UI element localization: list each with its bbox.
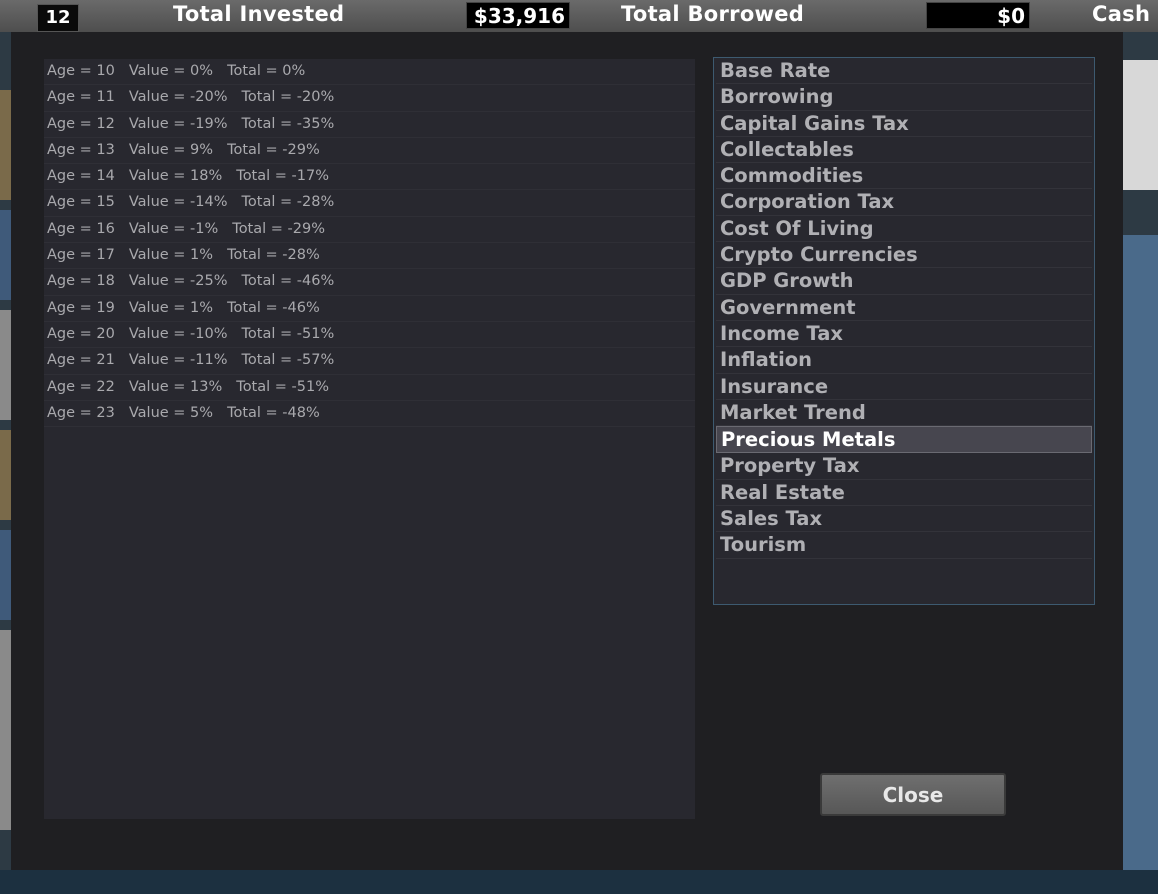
- history-total: Total = -35%: [241, 115, 335, 132]
- category-item[interactable]: Corporation Tax: [716, 189, 1092, 216]
- history-value: Value = 9%: [128, 141, 214, 158]
- history-age: Age = 23: [47, 404, 115, 421]
- history-total: Total = -46%: [227, 299, 320, 316]
- background-network: [0, 870, 1158, 894]
- category-item[interactable]: Sales Tax: [716, 506, 1092, 533]
- history-row: Age = 19 Value = 1% Total = -46%: [44, 296, 695, 322]
- history-age: Age = 16: [47, 220, 115, 237]
- history-row: Age = 20 Value = -10% Total = -51%: [44, 322, 695, 349]
- history-row: Age = 23 Value = 5% Total = -48%: [44, 401, 695, 428]
- history-value: Value = -11%: [128, 352, 228, 369]
- history-list[interactable]: Age = 10 Value = 0% Total = 0% Age = 11 Valu…: [44, 59, 695, 819]
- history-total: Total = -29%: [232, 220, 325, 237]
- history-total: Total = -51%: [241, 325, 335, 342]
- total-borrowed-label: Total Borrowed: [621, 2, 805, 26]
- cash-label: Cash: [1092, 2, 1151, 26]
- history-value: Value = 1%: [128, 247, 214, 264]
- history-age: Age = 13: [47, 141, 115, 158]
- category-item[interactable]: Capital Gains Tax: [716, 111, 1092, 137]
- history-age: Age = 19: [47, 299, 115, 316]
- history-age: Age = 11: [47, 89, 115, 106]
- history-row: Age = 22 Value = 13% Total = -51%: [44, 375, 695, 401]
- history-age: Age = 12: [47, 115, 115, 132]
- history-total: Total = -51%: [236, 378, 329, 395]
- history-age: Age = 21: [47, 352, 115, 369]
- history-total: Total = -46%: [241, 273, 335, 290]
- category-item[interactable]: Property Tax: [716, 453, 1092, 480]
- history-row: Age = 15 Value = -14% Total = -28%: [44, 190, 695, 217]
- total-invested-label: Total Invested: [173, 2, 345, 26]
- history-row: Age = 21 Value = -11% Total = -57%: [44, 348, 695, 375]
- history-age: Age = 18: [47, 273, 115, 290]
- history-total: Total = -28%: [241, 194, 335, 211]
- history-value: Value = -1%: [128, 220, 219, 237]
- category-item[interactable]: Government: [716, 295, 1092, 321]
- history-value: Value = -14%: [128, 194, 228, 211]
- close-button[interactable]: Close: [820, 773, 1006, 816]
- history-row: Age = 14 Value = 18% Total = -17%: [44, 164, 695, 191]
- history-value: Value = 0%: [128, 63, 214, 79]
- category-item[interactable]: Commodities: [716, 163, 1092, 190]
- history-age: Age = 14: [47, 168, 115, 185]
- category-item[interactable]: Borrowing: [716, 84, 1092, 111]
- history-age: Age = 10: [47, 63, 115, 79]
- top-status-bar: 12 Total Invested $33,916 Total Borrowed…: [0, 0, 1158, 32]
- background-tile: [1122, 60, 1158, 190]
- total-borrowed-value: $0: [926, 2, 1030, 29]
- history-row: Age = 11 Value = -20% Total = -20%: [44, 85, 695, 112]
- history-row: Age = 13 Value = 9% Total = -29%: [44, 138, 695, 165]
- category-item[interactable]: Base Rate: [716, 58, 1092, 85]
- history-row: Age = 10 Value = 0% Total = 0%: [44, 59, 695, 86]
- category-list[interactable]: Base Rate Borrowing Capital Gains Tax Colle…: [713, 57, 1095, 605]
- history-age: Age = 17: [47, 247, 115, 264]
- history-total: Total = -20%: [241, 89, 335, 106]
- history-row: Age = 16 Value = -1% Total = -29%: [44, 217, 695, 244]
- age-badge: 12: [37, 4, 79, 32]
- history-age: Age = 22: [47, 378, 115, 395]
- history-row: Age = 17 Value = 1% Total = -28%: [44, 243, 695, 270]
- history-value: Value = 18%: [128, 168, 223, 185]
- category-item[interactable]: Cost Of Living: [716, 216, 1092, 243]
- category-item[interactable]: Precious Metals: [716, 426, 1092, 454]
- history-value: Value = -19%: [128, 115, 228, 132]
- history-total: Total = -29%: [227, 141, 320, 158]
- category-item[interactable]: Insurance: [716, 374, 1092, 400]
- history-value: Value = -10%: [128, 325, 228, 342]
- history-total: Total = 0%: [227, 63, 306, 79]
- history-row: Age = 12 Value = -19% Total = -35%: [44, 112, 695, 138]
- history-total: Total = -28%: [227, 247, 320, 264]
- history-value: Value = 5%: [128, 404, 214, 421]
- history-value: Value = -25%: [128, 273, 228, 290]
- background-tile: [1122, 235, 1158, 875]
- history-value: Value = 1%: [128, 299, 214, 316]
- category-item[interactable]: GDP Growth: [716, 268, 1092, 295]
- category-item[interactable]: Real Estate: [716, 480, 1092, 507]
- history-total: Total = -57%: [241, 352, 335, 369]
- history-row: Age = 18 Value = -25% Total = -46%: [44, 269, 695, 296]
- category-item[interactable]: Inflation: [716, 347, 1092, 374]
- total-invested-value: $33,916: [466, 2, 570, 29]
- history-value: Value = 13%: [128, 378, 223, 395]
- category-item[interactable]: Crypto Currencies: [716, 242, 1092, 269]
- category-item[interactable]: Tourism: [716, 532, 1092, 559]
- history-age: Age = 20: [47, 325, 115, 342]
- history-value: Value = -20%: [128, 89, 228, 106]
- history-age: Age = 15: [47, 194, 115, 211]
- category-item[interactable]: Collectables: [716, 137, 1092, 164]
- category-item[interactable]: Market Trend: [716, 400, 1092, 427]
- category-item[interactable]: Income Tax: [716, 321, 1092, 348]
- history-total: Total = -17%: [236, 168, 329, 185]
- history-total: Total = -48%: [227, 404, 320, 421]
